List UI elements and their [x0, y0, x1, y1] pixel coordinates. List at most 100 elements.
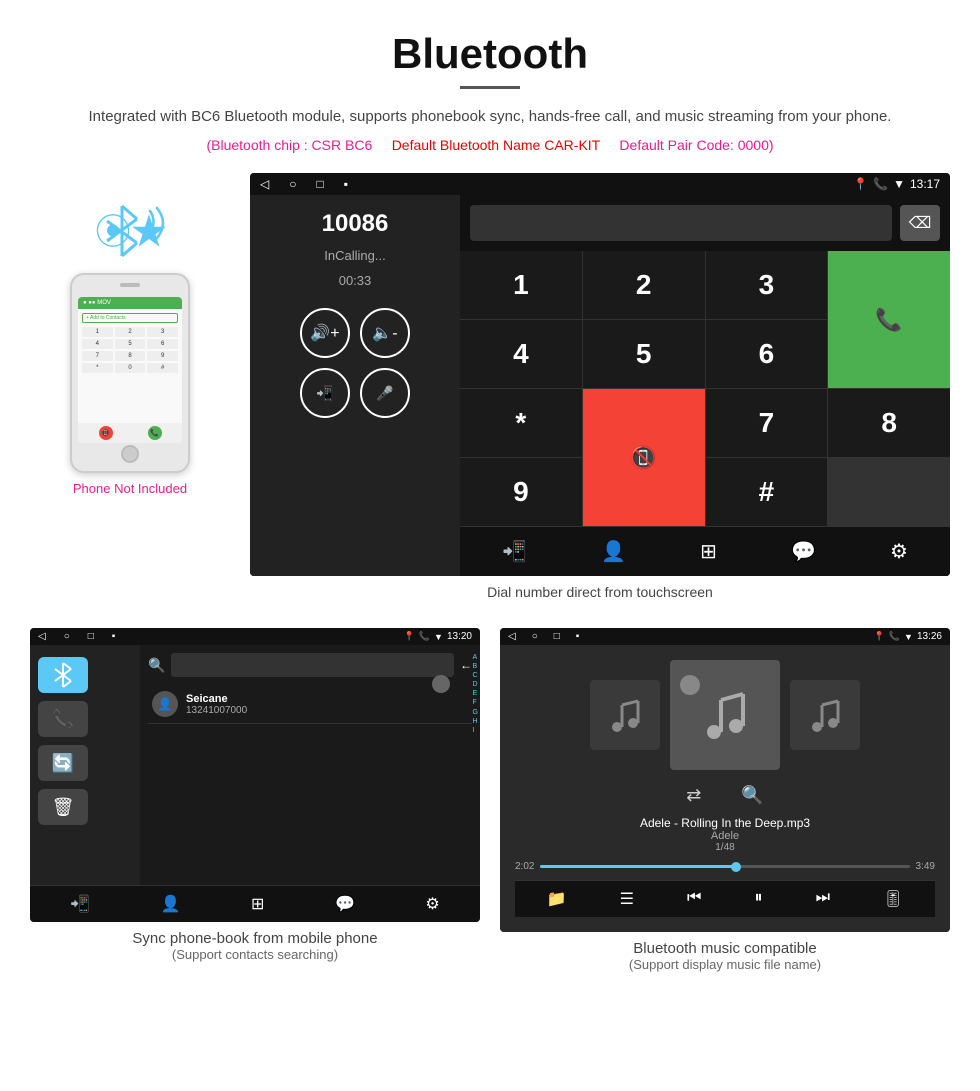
phone-key-4[interactable]: 4 [82, 339, 113, 349]
pb-home-icon[interactable]: ○ [64, 631, 70, 642]
keypad-star[interactable]: * [460, 389, 582, 457]
pb-recent-calls-icon[interactable]: 📲 [70, 894, 90, 914]
pb-delete-sidebar-icon[interactable]: 🗑 [38, 789, 88, 825]
phone-call-btn[interactable]: 📞 [148, 426, 162, 440]
music-play-pause-icon[interactable]: ⏸ [755, 889, 763, 909]
dialpad-icon[interactable]: ⊞ [700, 539, 717, 564]
music-progress-bar[interactable] [540, 865, 909, 868]
spec-pair: Default Pair Code: 0000) [619, 137, 773, 153]
search-music-icon[interactable]: 🔍 [741, 785, 763, 806]
volume-up-btn[interactable]: 🔊+ [300, 308, 350, 358]
phone-key-1[interactable]: 1 [82, 327, 113, 337]
pb-recents-icon[interactable]: □ [88, 631, 94, 642]
spec-chip: (Bluetooth chip : CSR BC6 [206, 137, 372, 153]
recent-calls-icon[interactable]: 📲 [502, 539, 527, 564]
mute-btn[interactable]: 🎤 [360, 368, 410, 418]
pb-settings-icon[interactable]: ⚙ [425, 894, 439, 914]
keypad-6[interactable]: 6 [706, 320, 828, 388]
pb-sync-sidebar-icon[interactable]: 🔄 [38, 745, 88, 781]
phone-key-0[interactable]: 0 [115, 363, 146, 373]
wifi-waves-icon [145, 203, 175, 243]
phone-key-6[interactable]: 6 [147, 339, 178, 349]
pb-contact-number: 13241007000 [186, 705, 247, 716]
music-notification-icon[interactable]: ▪ [576, 631, 580, 642]
keypad-hash[interactable]: # [706, 458, 828, 526]
pb-bt-icon [51, 661, 75, 689]
settings-icon[interactable]: ⚙ [890, 539, 908, 564]
keypad-7[interactable]: 7 [706, 389, 828, 457]
phone-mockup-area: ⦿★ [20, 173, 240, 496]
bluetooth-icon-area: ⦿★ [85, 193, 175, 263]
pb-call-sidebar-icon[interactable]: 📞 [38, 701, 88, 737]
home-icon[interactable]: ○ [289, 177, 296, 191]
music-content: ⇄ 🔍 Adele - Rolling In the Deep.mp3 Adel… [500, 645, 950, 932]
music-equalizer-icon[interactable]: 🎚 [883, 889, 903, 909]
notification-icon[interactable]: ▪ [344, 177, 348, 191]
pb-alpha-index: A B C D E F G H I [473, 653, 478, 735]
phone-key-3[interactable]: 3 [147, 327, 178, 337]
phone-home-button[interactable] [121, 445, 139, 463]
phone-key-2[interactable]: 2 [115, 327, 146, 337]
music-recents-icon[interactable]: □ [554, 631, 560, 642]
pb-dialpad-icon[interactable]: ⊞ [251, 894, 264, 914]
phone-key-8[interactable]: 8 [115, 351, 146, 361]
music-home-icon[interactable]: ○ [532, 631, 538, 642]
pb-bluetooth-sidebar-icon[interactable] [38, 657, 88, 693]
shuffle-icon[interactable]: ⇄ [686, 785, 701, 806]
keypad-9[interactable]: 9 [460, 458, 582, 526]
pb-notification-icon[interactable]: ▪ [112, 631, 116, 642]
phone-header-text: ● ●● MOV [83, 300, 111, 306]
phonebook-screen: ◁ ○ □ ▪ 📍 📞 ▼ 13:20 [30, 628, 480, 922]
back-icon[interactable]: ◁ [260, 177, 269, 191]
call-timer: 00:33 [265, 273, 445, 288]
music-screen: ◁ ○ □ ▪ 📍 📞 ▼ 13:26 [500, 628, 950, 932]
keypad-4[interactable]: 4 [460, 320, 582, 388]
phone-key-star[interactable]: * [82, 363, 113, 373]
backspace-btn[interactable]: ⌫ [900, 205, 940, 241]
music-playback-controls: 📁 ☰ ⏮ ⏸ ⏭ 🎚 [515, 880, 935, 917]
pb-back-icon[interactable]: ◁ [38, 631, 46, 642]
recents-icon[interactable]: □ [316, 177, 323, 191]
pb-status-bar: ◁ ○ □ ▪ 📍 📞 ▼ 13:20 [30, 628, 480, 645]
phone-key-7[interactable]: 7 [82, 351, 113, 361]
keypad-1[interactable]: 1 [460, 251, 582, 319]
music-next-icon[interactable]: ⏭ [816, 889, 830, 909]
music-back-icon[interactable]: ◁ [508, 631, 516, 642]
phone-key-5[interactable]: 5 [115, 339, 146, 349]
music-progress: 2:02 3:49 [515, 861, 935, 872]
end-call-button[interactable]: 📵 [583, 389, 705, 526]
music-scroll-dot[interactable] [680, 675, 700, 695]
pb-contact-item[interactable]: 👤 Seicane 13241007000 [148, 685, 472, 724]
pb-main: 🔍 ← 👤 Seicane 13241007000 [140, 645, 480, 885]
music-item: ◁ ○ □ ▪ 📍 📞 ▼ 13:26 [490, 628, 960, 972]
messages-icon[interactable]: 💬 [791, 539, 816, 564]
music-folder-icon[interactable]: 📁 [547, 889, 567, 909]
keypad-5[interactable]: 5 [583, 320, 705, 388]
dial-right-panel: ⌫ 1 2 3 📞 4 5 6 * 📵 7 8 9 [460, 195, 950, 576]
pb-messages-icon[interactable]: 💬 [335, 894, 355, 914]
pb-search-row: 🔍 ← [148, 653, 472, 677]
transfer-btn[interactable]: 📲 [300, 368, 350, 418]
dial-left-panel: 10086 InCalling... 00:33 🔊+ 🔈- 📲 🎤 [250, 195, 460, 576]
dial-input-field[interactable] [470, 205, 892, 241]
phone-end-call-btn[interactable]: 📵 [99, 426, 113, 440]
phone-key-hash[interactable]: # [147, 363, 178, 373]
keypad-2[interactable]: 2 [583, 251, 705, 319]
phone-screen-header: ● ●● MOV [78, 297, 182, 309]
music-song-info: Adele - Rolling In the Deep.mp3 Adele 1/… [640, 816, 810, 853]
music-list-icon[interactable]: ☰ [620, 889, 634, 909]
pb-back-arrow-icon[interactable]: ← [460, 658, 472, 672]
pb-search-input[interactable] [171, 653, 454, 677]
contacts-icon[interactable]: 👤 [601, 539, 626, 564]
add-contacts-btn[interactable]: + Add to Contacts [82, 313, 178, 323]
phone-screen-footer: 📵 📞 [78, 423, 182, 443]
pb-scroll-dot[interactable] [432, 675, 450, 693]
call-button[interactable]: 📞 [828, 251, 950, 388]
music-prev-icon[interactable]: ⏮ [687, 889, 701, 909]
phone-key-9[interactable]: 9 [147, 351, 178, 361]
music-progress-dot[interactable] [731, 862, 741, 872]
keypad-8[interactable]: 8 [828, 389, 950, 457]
pb-contacts-icon[interactable]: 👤 [161, 894, 181, 914]
volume-down-btn[interactable]: 🔈- [360, 308, 410, 358]
keypad-3[interactable]: 3 [706, 251, 828, 319]
